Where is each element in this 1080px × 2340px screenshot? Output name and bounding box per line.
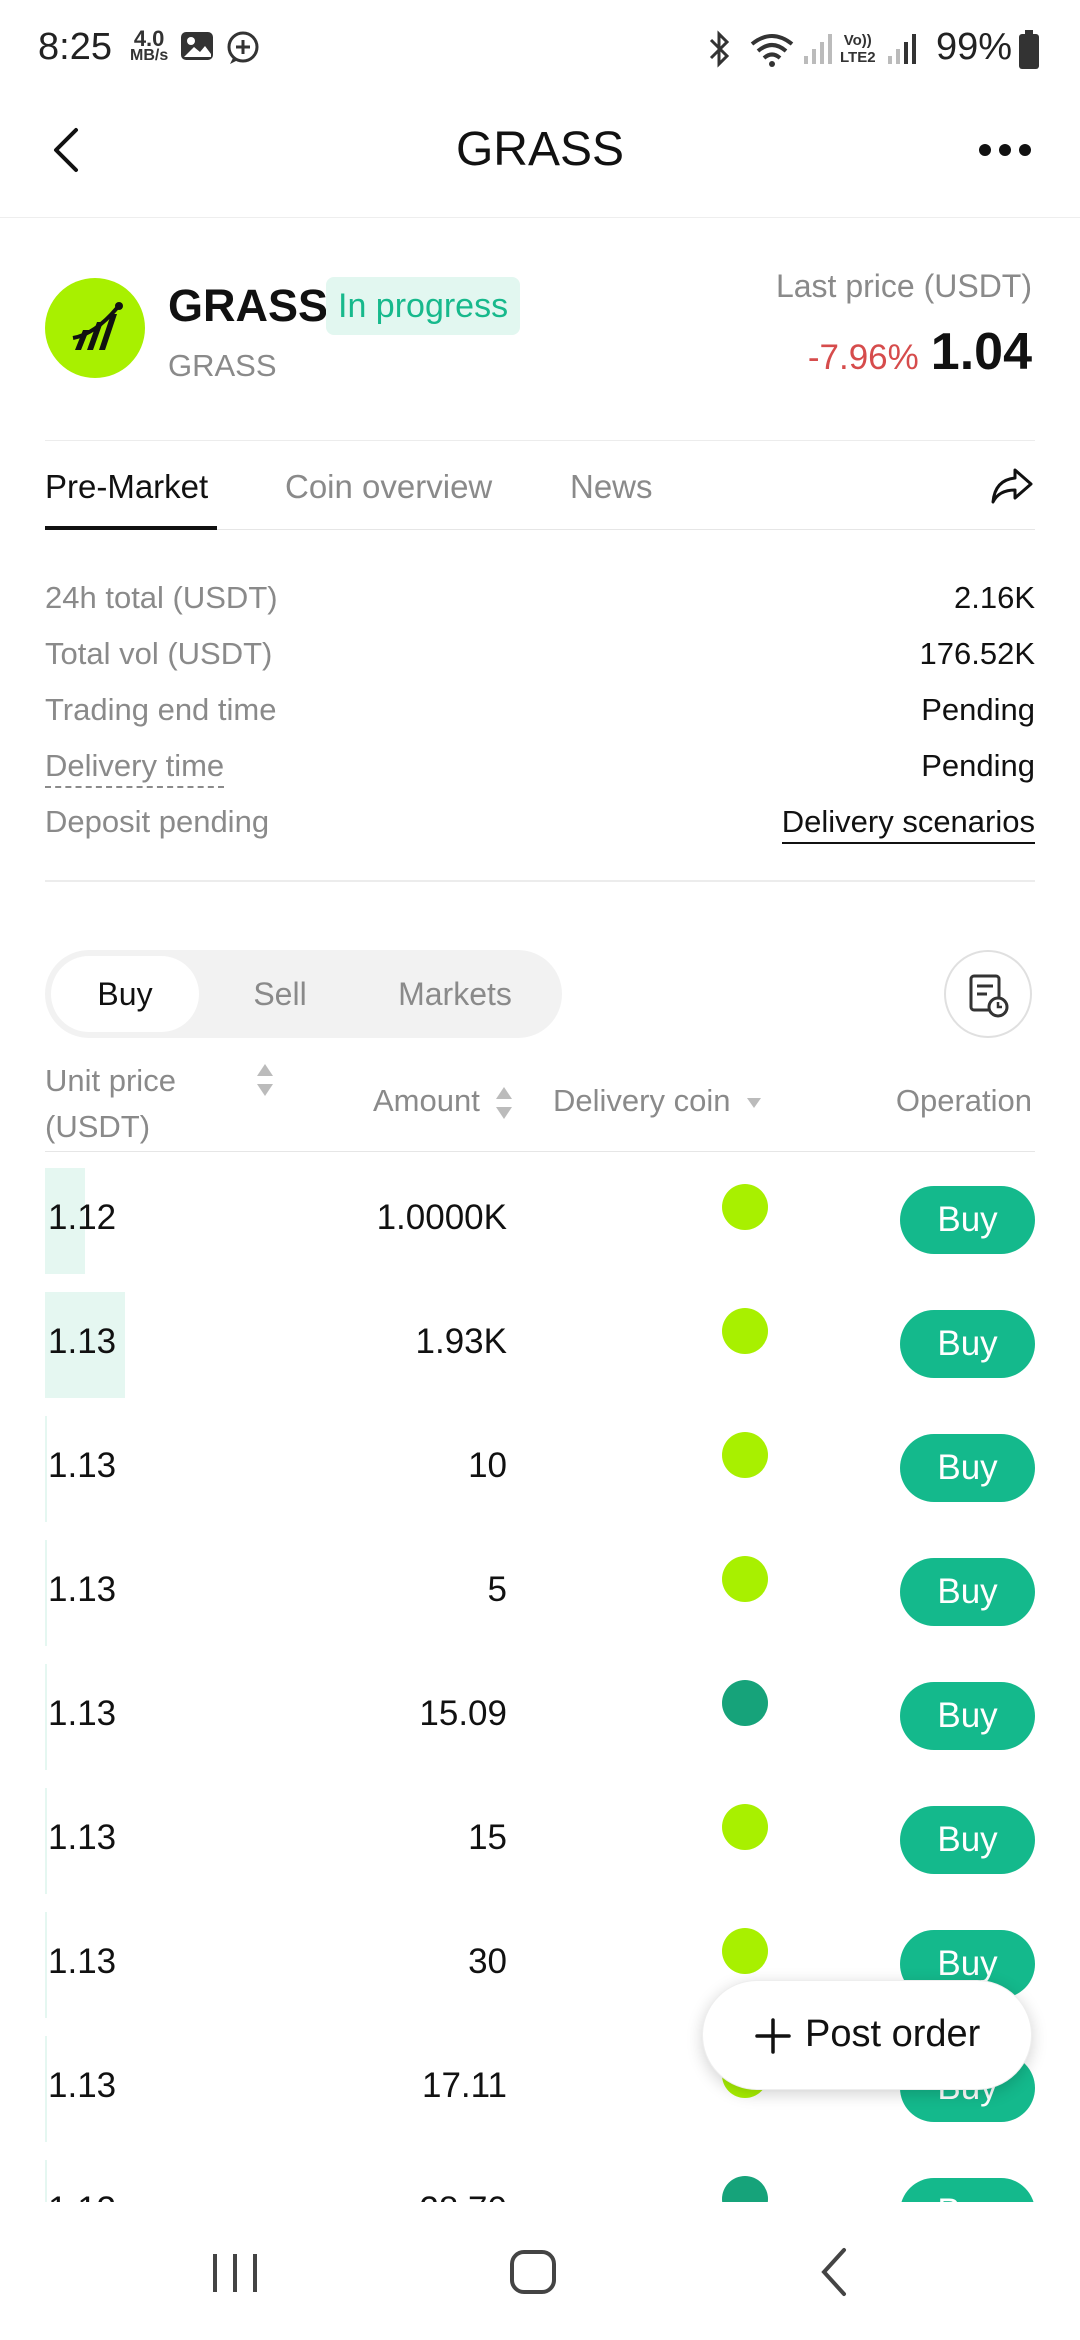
share-icon xyxy=(991,468,1033,504)
buy-button[interactable]: Buy xyxy=(900,1186,1035,1254)
usdt-coin-icon xyxy=(722,2176,768,2202)
info-row-24h-total: 24h total (USDT) 2.16K xyxy=(45,580,1035,615)
coin-subtitle: GRASS xyxy=(168,348,277,383)
table-row: 1.13 28.70 Buy xyxy=(45,2152,1035,2202)
plus-icon xyxy=(755,2018,791,2054)
info-row-delivery-time: Delivery time Pending xyxy=(45,748,1035,798)
recent-apps-icon xyxy=(213,2254,257,2292)
grass-coin-icon xyxy=(722,1308,768,1354)
table-row: 1.13 5 Buy xyxy=(45,1532,1035,1656)
table-row: 1.13 10 Buy xyxy=(45,1408,1035,1532)
depth-bar xyxy=(45,2036,47,2142)
buy-button[interactable]: Buy xyxy=(900,1558,1035,1626)
add-chat-icon xyxy=(225,30,261,71)
home-button[interactable] xyxy=(498,2242,568,2302)
grass-coin-icon xyxy=(722,1432,768,1478)
tab-pre-market[interactable]: Pre-Market xyxy=(45,468,208,506)
coin-name: GRASS xyxy=(168,280,329,331)
tab-news[interactable]: News xyxy=(570,468,653,506)
depth-bar xyxy=(45,1788,47,1894)
buy-button[interactable]: Buy xyxy=(900,1682,1035,1750)
tab-bar: Pre-Market Coin overview News xyxy=(45,440,1035,530)
buy-button[interactable]: Buy xyxy=(900,2178,1035,2202)
info-row-trading-end-time: Trading end time Pending xyxy=(45,692,1035,727)
last-price: 1.04 xyxy=(930,323,1032,381)
buy-button[interactable]: Buy xyxy=(900,1806,1035,1874)
home-icon xyxy=(510,2250,556,2294)
recent-apps-button[interactable] xyxy=(200,2242,270,2302)
grass-logo-icon xyxy=(45,278,145,378)
table-row: 1.12 1.0000K Buy xyxy=(45,1160,1035,1284)
grass-coin-icon xyxy=(722,1184,768,1230)
segment-buy[interactable]: Buy xyxy=(51,956,199,1032)
column-header-amount[interactable]: Amount xyxy=(373,1083,514,1121)
depth-bar xyxy=(45,1912,47,2018)
column-header-delivery-coin[interactable]: Delivery coin xyxy=(553,1083,763,1119)
post-order-button[interactable]: Post order xyxy=(702,1980,1032,2090)
back-chevron-icon xyxy=(821,2248,846,2296)
top-app-bar: GRASS xyxy=(0,100,1080,218)
order-history-button[interactable] xyxy=(944,950,1032,1038)
wifi-icon xyxy=(748,30,796,73)
grass-coin-icon xyxy=(722,1804,768,1850)
segment-markets[interactable]: Markets xyxy=(365,956,545,1032)
signal-icon xyxy=(802,30,832,71)
battery-icon xyxy=(1018,30,1040,75)
sort-icon[interactable] xyxy=(255,1062,275,1106)
network-speed: 4.0 MB/s xyxy=(130,26,169,65)
table-row: 1.13 15 Buy xyxy=(45,1780,1035,1904)
depth-bar xyxy=(45,1664,47,1770)
signal-icon xyxy=(886,30,916,71)
table-row: 1.13 15.09 Buy xyxy=(45,1656,1035,1780)
depth-bar xyxy=(45,2160,47,2202)
info-row-deposit-pending: Deposit pending Delivery scenarios xyxy=(45,804,1035,854)
dropdown-caret-icon xyxy=(747,1097,762,1108)
side-selector: Buy Sell Markets xyxy=(45,950,562,1038)
sort-icon xyxy=(496,1086,513,1119)
grass-coin-icon xyxy=(722,1928,768,1974)
last-price-label: Last price (USDT) xyxy=(775,268,1032,304)
more-dots-icon xyxy=(979,144,1031,156)
info-row-total-vol: Total vol (USDT) 176.52K xyxy=(45,636,1035,671)
carrier-label: Vo)) LTE2 xyxy=(840,32,876,66)
share-button[interactable] xyxy=(989,466,1035,506)
gallery-icon xyxy=(180,30,214,67)
status-time: 8:25 xyxy=(38,26,112,68)
battery-percent: 99% xyxy=(935,26,1012,68)
price-row: -7.96% 1.04 xyxy=(808,322,1032,382)
column-header-operation: Operation xyxy=(895,1083,1032,1118)
bluetooth-icon xyxy=(705,30,733,73)
buy-button[interactable]: Buy xyxy=(900,1310,1035,1378)
status-badge: In progress xyxy=(326,277,521,335)
tab-coin-overview[interactable]: Coin overview xyxy=(285,468,492,506)
page-title: GRASS xyxy=(455,123,625,176)
delivery-time-tooltip-label[interactable]: Delivery time xyxy=(45,748,225,788)
delivery-scenarios-link[interactable]: Delivery scenarios xyxy=(781,804,1035,844)
system-navigation-bar xyxy=(0,2202,1080,2340)
buy-button[interactable]: Buy xyxy=(900,1434,1035,1502)
active-tab-indicator xyxy=(45,526,217,530)
depth-bar xyxy=(45,1540,47,1646)
status-bar: 8:25 4.0 MB/s Vo)) LTE2 99% xyxy=(0,0,1080,100)
order-history-icon xyxy=(969,974,1009,1018)
divider xyxy=(45,880,1035,882)
usdt-coin-icon xyxy=(722,1680,768,1726)
system-back-button[interactable] xyxy=(800,2242,870,2302)
table-row: 1.13 1.93K Buy xyxy=(45,1284,1035,1408)
divider xyxy=(45,1151,1035,1152)
column-header-unit-price[interactable]: Unit price (USDT) xyxy=(45,1058,176,1150)
grass-coin-icon xyxy=(722,1556,768,1602)
price-change: -7.96% xyxy=(807,338,919,377)
more-options-button[interactable] xyxy=(970,125,1040,175)
depth-bar xyxy=(45,1416,47,1522)
segment-sell[interactable]: Sell xyxy=(215,956,345,1032)
